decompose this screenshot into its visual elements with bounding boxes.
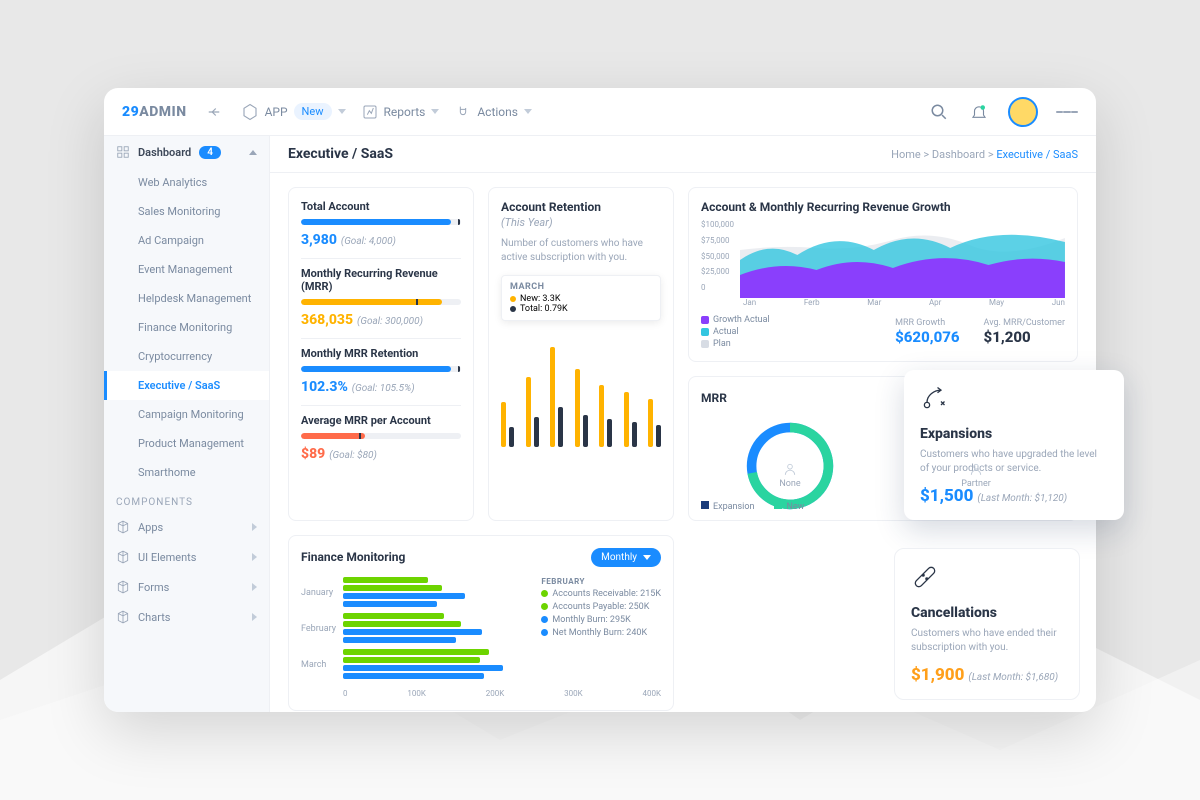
sidebar-item-product-management[interactable]: Product Management — [104, 429, 269, 458]
bell-icon[interactable] — [968, 101, 990, 123]
hexagon-icon — [241, 102, 259, 122]
card-finance-monitoring: Finance Monitoring Monthly JanuaryFebrua… — [288, 535, 674, 711]
sidebar-item-cryptocurrency[interactable]: Cryptocurrency — [104, 342, 269, 371]
chevron-down-icon — [338, 109, 346, 114]
revenue-area-chart — [740, 220, 1065, 298]
page-title: Executive / SaaS — [288, 146, 393, 162]
card-metrics: Total Account3,980 (Goal: 4,000) Monthly … — [288, 187, 474, 521]
logo: 29ADMIN — [122, 104, 187, 120]
search-icon[interactable] — [928, 101, 950, 123]
sidebar-item-executive-saas[interactable]: Executive / SaaS — [104, 371, 269, 400]
card-account-retention: Account Retention (This Year) Number of … — [488, 187, 674, 521]
sidebar-component-forms[interactable]: Forms — [104, 572, 269, 602]
user-icon — [783, 462, 797, 476]
metric-1: Monthly Recurring Revenue (MRR)368,035 (… — [301, 267, 461, 328]
metric-0: Total Account3,980 (Goal: 4,000) — [301, 200, 461, 248]
chevron-right-icon — [252, 523, 257, 531]
retention-tooltip: MARCH New: 3.3K Total: 0.79K — [501, 275, 661, 321]
chevron-right-icon — [252, 583, 257, 591]
sidebar-item-event-management[interactable]: Event Management — [104, 255, 269, 284]
menu-icon[interactable] — [1056, 101, 1078, 123]
sidebar-item-sales-monitoring[interactable]: Sales Monitoring — [104, 197, 269, 226]
grid-icon — [116, 145, 130, 159]
sidebar-section-components: COMPONENTS — [104, 487, 269, 512]
metric-3: Average MRR per Account$89 (Goal: $80) — [301, 414, 461, 462]
nav-app[interactable]: APP New — [241, 102, 346, 122]
chevron-right-icon — [252, 613, 257, 621]
strategy-icon — [920, 384, 948, 412]
sidebar-component-apps[interactable]: Apps — [104, 512, 269, 542]
pointer-icon — [455, 104, 471, 120]
card-cancellations: Cancellations Customers who have ended t… — [894, 548, 1080, 700]
nav-reports[interactable]: Reports — [362, 104, 440, 120]
finance-legend: FEBRUARY Accounts Receivable: 215KAccoun… — [541, 577, 661, 685]
chevron-down-icon — [431, 109, 439, 114]
crumb-home[interactable]: Home — [891, 148, 921, 161]
crumb-current: Executive / SaaS — [996, 148, 1078, 161]
chevron-right-icon — [252, 553, 257, 561]
sidebar-item-ad-campaign[interactable]: Ad Campaign — [104, 226, 269, 255]
sidebar-item-finance-monitoring[interactable]: Finance Monitoring — [104, 313, 269, 342]
user-icon — [969, 462, 983, 476]
chevron-down-icon — [524, 109, 532, 114]
sidebar-item-smarthome[interactable]: Smarthome — [104, 458, 269, 487]
new-badge: New — [294, 103, 332, 120]
card-revenue-growth: Account & Monthly Recurring Revenue Grow… — [688, 187, 1078, 362]
cube-icon — [116, 610, 130, 624]
card-expansions: Expansions Customers who have upgraded t… — [904, 370, 1124, 520]
dashboard-count-badge: 4 — [199, 146, 221, 159]
back-icon[interactable] — [203, 101, 225, 123]
page-header: Executive / SaaS Home > Dashboard > Exec… — [270, 136, 1096, 173]
avatar[interactable] — [1008, 97, 1038, 127]
cube-icon — [116, 520, 130, 534]
sidebar-component-ui-elements[interactable]: UI Elements — [104, 542, 269, 572]
sidebar-item-campaign-monitoring[interactable]: Campaign Monitoring — [104, 400, 269, 429]
finance-period-dropdown[interactable]: Monthly — [591, 548, 661, 567]
cube-icon — [116, 550, 130, 564]
cube-icon — [116, 580, 130, 594]
breadcrumb: Home > Dashboard > Executive / SaaS — [891, 148, 1078, 161]
sidebar-component-charts[interactable]: Charts — [104, 602, 269, 632]
bandaid-icon — [911, 563, 939, 591]
metric-2: Monthly MRR Retention102.3% (Goal: 105.5… — [301, 347, 461, 395]
chevron-up-icon — [249, 150, 257, 155]
chart-icon — [362, 104, 378, 120]
sidebar-item-helpdesk-management[interactable]: Helpdesk Management — [104, 284, 269, 313]
sidebar-item-web-analytics[interactable]: Web Analytics — [104, 168, 269, 197]
retention-chart — [501, 327, 661, 447]
nav-actions[interactable]: Actions — [455, 104, 532, 120]
donut-none: None — [742, 418, 838, 489]
topbar: 29ADMIN APP New Reports Actions — [104, 88, 1096, 136]
crumb-dashboard[interactable]: Dashboard — [932, 148, 985, 161]
sidebar-head-dashboard[interactable]: Dashboard 4 — [104, 136, 269, 168]
sidebar: Dashboard 4 Web AnalyticsSales Monitorin… — [104, 136, 270, 712]
